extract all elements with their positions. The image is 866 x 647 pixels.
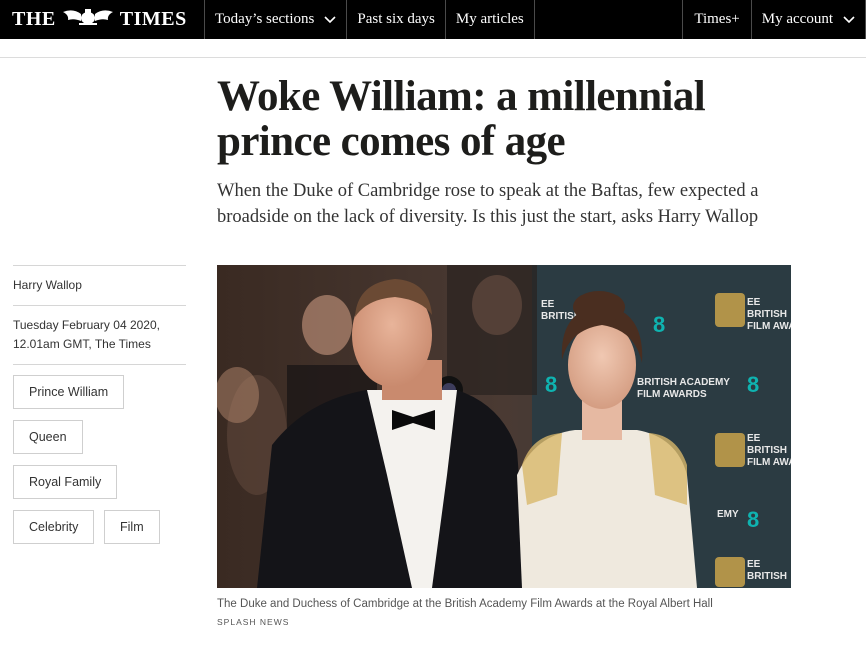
chevron-down-icon xyxy=(324,15,336,23)
nav-item-label: Times+ xyxy=(694,11,740,27)
top-navigation: THE TIMES Today’s sections Past six days… xyxy=(0,0,866,39)
svg-text:EE: EE xyxy=(747,297,761,308)
svg-text:FILM AWARDS: FILM AWARDS xyxy=(747,457,791,468)
svg-text:FILM AWARDS: FILM AWARDS xyxy=(637,389,707,400)
svg-text:8: 8 xyxy=(653,312,665,337)
nav-todays-sections[interactable]: Today’s sections xyxy=(204,0,346,39)
divider xyxy=(13,364,186,365)
nav-item-label: My articles xyxy=(455,11,524,27)
image-credit: SPLASH NEWS xyxy=(217,617,290,627)
tag-film[interactable]: Film xyxy=(104,510,160,544)
divider xyxy=(13,265,186,266)
publication-date: Tuesday February 04 2020, 12.01am GMT, T… xyxy=(13,318,160,351)
article-main-image[interactable]: 8 8 8 8 EE BRITISH EE BRITISH FILM AWARD… xyxy=(217,265,791,588)
nav-times-plus[interactable]: Times+ xyxy=(682,0,750,39)
image-caption: The Duke and Duchess of Cambridge at the… xyxy=(217,598,713,610)
nav-my-articles[interactable]: My articles xyxy=(444,0,535,39)
nav-item-label: Past six days xyxy=(357,11,435,27)
svg-text:BRITISH: BRITISH xyxy=(747,445,787,456)
svg-text:8: 8 xyxy=(747,372,759,397)
svg-text:BRITISH: BRITISH xyxy=(747,571,787,582)
divider xyxy=(13,305,186,306)
svg-text:EE: EE xyxy=(541,299,555,310)
tag-prince-william[interactable]: Prince William xyxy=(13,375,125,409)
nav-item-label: Today’s sections xyxy=(215,11,315,27)
tag-celebrity[interactable]: Celebrity xyxy=(13,510,95,544)
nav-past-six-days[interactable]: Past six days xyxy=(346,0,445,39)
sub-navigation-bar xyxy=(0,39,866,58)
svg-text:BRITISH: BRITISH xyxy=(747,309,787,320)
svg-text:BRITISH ACADEMY: BRITISH ACADEMY xyxy=(637,377,730,388)
times-logo[interactable]: THE TIMES xyxy=(0,0,204,39)
svg-text:EE: EE xyxy=(747,433,761,444)
nav-my-account[interactable]: My account xyxy=(750,0,866,39)
author-link[interactable]: Harry Wallop xyxy=(13,278,82,292)
article-headline: Woke William: a millennial prince comes … xyxy=(217,73,706,165)
royal-crest-icon xyxy=(59,8,117,32)
nav-item-label: My account xyxy=(761,11,833,27)
tag-royal-family[interactable]: Royal Family xyxy=(13,465,118,499)
photo-illustration: 8 8 8 8 EE BRITISH EE BRITISH FILM AWARD… xyxy=(217,265,791,588)
svg-text:EMY: EMY xyxy=(717,509,739,520)
logo-text-the: THE xyxy=(12,8,56,30)
article-standfirst: When the Duke of Cambridge rose to speak… xyxy=(217,181,759,227)
svg-text:EE: EE xyxy=(747,559,761,570)
tag-queen[interactable]: Queen xyxy=(13,420,83,454)
svg-text:FILM AWARDS: FILM AWARDS xyxy=(747,321,791,332)
svg-text:8: 8 xyxy=(545,372,557,397)
chevron-down-icon xyxy=(843,15,855,23)
logo-text-times: TIMES xyxy=(119,8,187,30)
svg-text:8: 8 xyxy=(747,507,759,532)
